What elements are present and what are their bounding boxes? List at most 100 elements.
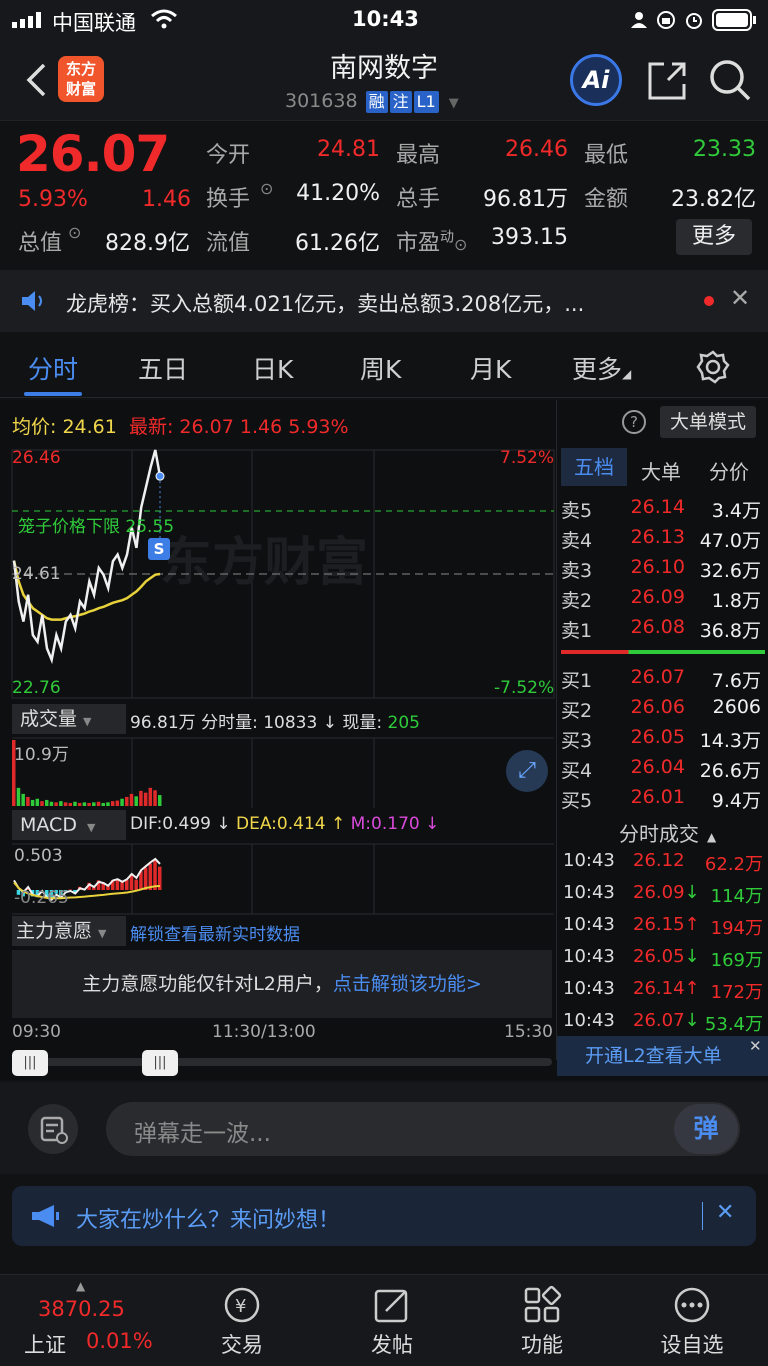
chart-tabs: 分时 五日 日K 周K 月K 更多◢ [0,334,768,398]
close-icon[interactable]: ✕ [749,1026,762,1066]
share-icon[interactable] [646,60,688,102]
tab-five-levels[interactable]: 五档 [561,448,627,486]
close-icon[interactable]: ✕ [730,284,750,312]
range-handle-left[interactable]: ||| [12,1050,48,1076]
volume-bar [110,801,115,806]
zhuli-selector[interactable]: 主力意愿 ▼ [12,916,126,946]
volume-bar [40,801,44,806]
zhuli-unlock-link[interactable]: 解锁查看最新实时数据 [130,920,300,945]
fenshi-value: 10833 ↓ [263,713,337,733]
nav-add-watchlist[interactable]: 设自选 [632,1275,752,1366]
ai-button[interactable]: Ai [570,54,622,106]
tick-volume: 62.2万 [704,854,763,875]
ask-label: 卖4 [561,530,593,552]
zhuli-unlock-button[interactable]: 点击解锁该功能> [333,973,482,995]
nav-post[interactable]: 发帖 [332,1275,452,1366]
person-icon [631,12,647,28]
bid-price[interactable]: 26.06 [617,696,685,718]
megaphone-icon [32,1205,59,1227]
ask-price[interactable]: 26.08 [617,616,685,638]
volume-bar [87,802,91,806]
bid-price[interactable]: 26.07 [617,666,685,688]
danmu-settings-button[interactable] [28,1104,78,1154]
nav-functions[interactable]: 功能 [482,1275,602,1366]
nav-trade[interactable]: ¥ 交易 [182,1275,302,1366]
ask-price[interactable]: 26.13 [617,526,685,548]
dropdown-caret-icon[interactable]: ▼ [449,96,459,111]
tab-daily-k[interactable]: 日K [252,350,293,386]
tab-monthly-k[interactable]: 月K [470,350,511,386]
speaker-icon [22,291,42,311]
ask-banner[interactable]: 大家在炒什么？来问妙想！ ✕ [0,1176,768,1272]
corner-caret-icon: ◢ [622,367,632,381]
ask-price[interactable]: 26.10 [617,556,685,578]
tab-intraday[interactable]: 分时 [28,350,78,386]
volume-bar [92,802,96,806]
tab-weekly-k[interactable]: 周K [360,350,401,386]
ask-banner-box[interactable]: 大家在炒什么？来问妙想！ ✕ [12,1186,756,1246]
info-icon[interactable]: ⊙ [68,223,81,242]
tick-volume: 169万 [710,950,763,971]
signal-s-badge[interactable]: S [148,538,170,560]
high-value: 26.46 [505,137,568,162]
bid-label: 买5 [561,790,593,812]
tab-big-orders[interactable]: 大单 [641,456,681,485]
limit-line-label: 笼子价格下限 25.55 [18,512,174,537]
danmu-placeholder: 弹幕走一波... [134,1121,271,1147]
zhuli-notice: 主力意愿功能仅针对L2用户，点击解锁该功能> [12,950,552,1018]
close-icon[interactable]: ✕ [716,1200,734,1225]
volume-selector[interactable]: 成交量 ▼ [12,704,126,734]
bid-label: 买3 [561,730,593,752]
nav-post-label: 发帖 [371,1333,413,1357]
info-icon[interactable]: ⊙ [260,179,273,198]
expand-icon[interactable]: ⤢ [506,750,548,792]
tick-price: 26.09↓ [633,882,700,903]
change-pct: 5.93% [18,187,88,212]
tab-more[interactable]: 更多◢ [572,350,631,386]
tag-margin[interactable]: 融 [365,91,388,113]
turnover-label: 换手 [206,187,251,212]
ask-label: 卖3 [561,560,593,582]
tab-5day[interactable]: 五日 [138,350,188,386]
more-button[interactable]: 更多 [676,219,752,255]
ask-price[interactable]: 26.09 [617,586,685,608]
range-track[interactable] [12,1058,552,1066]
tick-price-value: 26.07 [633,1010,685,1031]
clock: 10:43 [352,7,419,31]
bid-price[interactable]: 26.04 [617,756,685,778]
fenshi-label: 分时量: [201,713,258,733]
stock-header: 东方 财富 南网数字 301638 融注 L1 ▼ Ai [0,40,768,120]
time-end: 15:30 [504,1022,553,1042]
bid-price[interactable]: 26.05 [617,726,685,748]
volume-bar [16,787,21,806]
l2-upgrade-banner[interactable]: 开通L2查看大单 ✕ [557,1036,768,1076]
macd-selector[interactable]: MACD ▼ [12,810,126,840]
tick-price-value: 26.14 [633,978,685,999]
ask-price[interactable]: 26.14 [617,496,685,518]
quote-panel: 26.07 5.93% 1.46 今开 24.81 最高 26.46 最低 23… [0,120,768,268]
danmu-input[interactable]: 弹幕走一波... 弹 [106,1102,740,1156]
tab-price-distribution[interactable]: 分价 [709,456,749,485]
index-widget[interactable]: ▲ 3870.25 上证 0.01% [0,1275,168,1366]
range-handle-right[interactable]: ||| [142,1050,178,1076]
info-icon[interactable]: ⊙ [454,235,467,254]
lock-rotation-icon [657,11,675,29]
news-text: 龙虎榜：买入总额4.021亿元，卖出总额3.208亿元，... [66,292,585,316]
bid-price[interactable]: 26.01 [617,786,685,808]
latest-value: 26.07 [179,416,234,438]
settings-gear-icon[interactable] [696,350,730,384]
volume-bar [30,799,35,806]
battery-icon [712,9,756,31]
tick-price: 26.15↑ [633,914,700,935]
tick-price-value: 26.05 [633,946,685,967]
volume-bar [143,792,148,806]
avg-value: 24.61 [62,416,117,438]
search-icon[interactable] [708,58,752,102]
ticks-header[interactable]: 分时成交 ▲ [619,818,716,847]
danmu-send-button[interactable]: 弹 [674,1104,738,1154]
tag-registration[interactable]: 注 [389,91,412,113]
high-label: 最高 [396,143,441,168]
tick-time: 10:43 [563,1010,615,1031]
news-ticker[interactable]: 龙虎榜：买入总额4.021亿元，卖出总额3.208亿元，... ✕ [0,270,768,332]
tag-level[interactable]: L1 [413,91,439,113]
